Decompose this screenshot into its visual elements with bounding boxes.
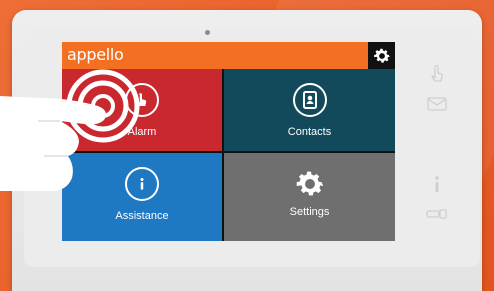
- tile-alarm-label: Alarm: [127, 126, 157, 138]
- settings-shortcut-button[interactable]: [368, 42, 395, 69]
- tile-settings[interactable]: Settings: [224, 153, 395, 241]
- hardware-buttons: [422, 65, 452, 235]
- tile-contacts-label: Contacts: [287, 126, 332, 138]
- tile-assistance[interactable]: Assistance: [62, 153, 222, 241]
- tile-contacts[interactable]: Contacts: [224, 69, 395, 151]
- hand-button-icon[interactable]: [422, 65, 452, 83]
- top-bar: appello: [62, 42, 395, 69]
- gear-icon: [293, 167, 327, 201]
- tile-settings-label: Settings: [289, 206, 330, 218]
- tile-alarm[interactable]: Alarm: [62, 69, 222, 151]
- info-button-icon[interactable]: [422, 175, 452, 193]
- mail-button-icon[interactable]: [422, 97, 452, 111]
- hand-touch-icon: [125, 83, 159, 117]
- key-button-icon[interactable]: [422, 208, 452, 220]
- brand-logo: appello: [67, 45, 124, 64]
- gear-icon: [373, 48, 390, 63]
- info-bubble-icon: [125, 167, 159, 201]
- device-frame: appello Alarm Contacts Assistance Settin…: [12, 10, 482, 291]
- tile-assistance-label: Assistance: [115, 210, 169, 222]
- touch-screen: appello Alarm Contacts Assistance Settin…: [62, 42, 395, 241]
- contact-book-icon: [292, 83, 327, 117]
- camera-dot: [205, 30, 210, 35]
